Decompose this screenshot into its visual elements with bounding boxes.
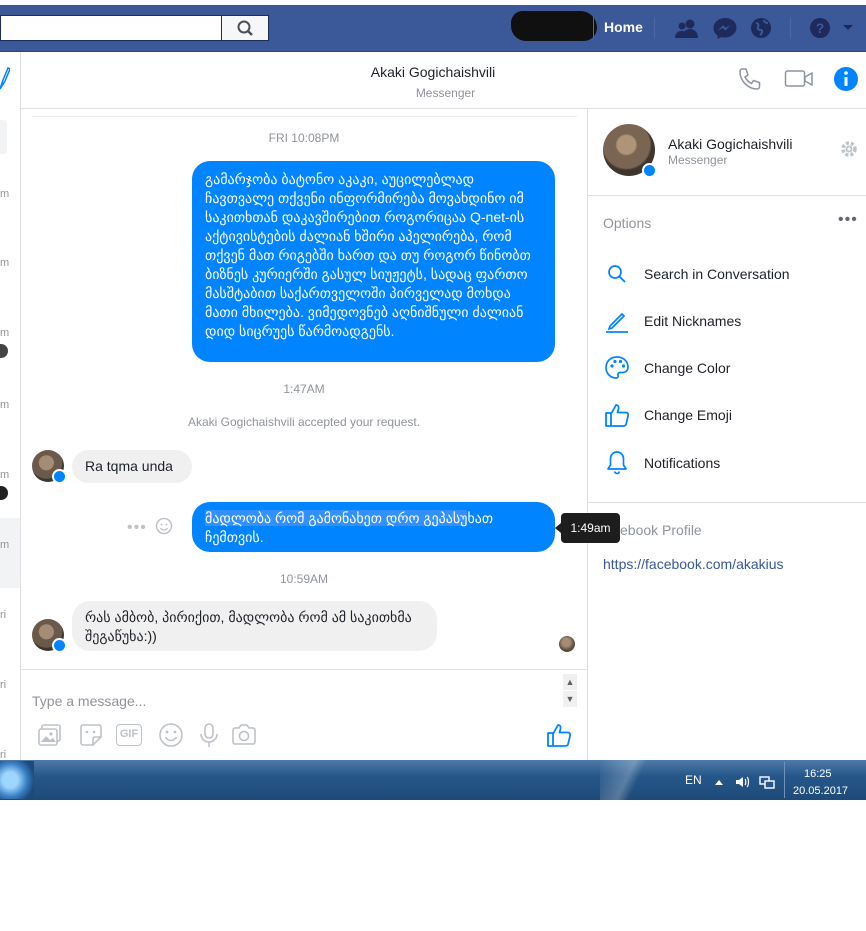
options-more-icon[interactable]: ••• [838,211,858,229]
bell-icon [607,451,627,475]
list-item-fragment[interactable]: m [0,257,9,269]
facebook-profile-link[interactable]: https://facebook.com/akakius [603,556,784,572]
clock-date[interactable]: 20.05.2017 [793,785,848,797]
option-edit-nicknames[interactable]: Edit Nicknames [603,307,863,337]
microphone-icon[interactable] [195,721,223,749]
divider [588,502,866,503]
pane-divider [587,108,588,760]
option-search-in-conversation[interactable]: Search in Conversation [603,260,863,290]
tray-expand-icon[interactable] [714,778,724,786]
contact-subtitle: Messenger [668,153,728,167]
help-icon[interactable]: ? [808,17,834,39]
scroll-down-button[interactable]: ▼ [563,691,577,707]
option-label: Change Color [644,360,731,376]
thumbs-up-icon [605,404,630,427]
list-item-fragment[interactable]: m [0,327,9,339]
timestamp: 10:59AM [279,572,329,586]
scroll-up-button[interactable]: ▲ [563,674,577,690]
search-button[interactable] [221,15,269,41]
timestamp: 1:47AM [283,382,325,396]
photo-icon[interactable] [36,721,64,749]
messenger-badge-icon [642,163,657,178]
list-item-fragment[interactable]: m [0,399,9,411]
emoji-reaction-icon[interactable] [155,517,173,535]
search-field-edge[interactable] [0,120,7,154]
active-conversation-highlight[interactable] [0,518,20,588]
nav-divider [790,17,791,39]
nav-divider [593,17,594,39]
sticker-icon[interactable] [77,721,105,749]
search-icon [608,265,626,283]
thumbs-up-icon[interactable] [545,721,573,749]
svg-text:?: ? [816,20,825,36]
system-note: Akaki Gogichaishvili accepted your reque… [187,415,421,429]
home-link[interactable]: Home [604,19,643,35]
facebook-profile-heading: ebook Profile [620,522,702,538]
timestamp: FRI 10:08PM [268,131,340,145]
video-camera-icon[interactable] [784,67,814,91]
options-heading: Options [603,215,652,231]
messenger-icon[interactable] [712,17,738,39]
search-input[interactable] [0,15,221,41]
list-item-fragment[interactable]: m [0,188,9,200]
clock-time[interactable]: 16:25 [804,768,832,780]
list-item-fragment[interactable]: m [0,469,9,481]
composer [21,669,587,761]
taskbar-glare [600,760,660,800]
divider [588,195,866,196]
redacted-profile [511,11,597,41]
caret-down-icon[interactable] [842,24,854,32]
pencil-icon [606,312,628,333]
option-label: Change Emoji [644,407,732,423]
gif-icon[interactable]: GIF [116,724,142,746]
outgoing-message[interactable]: გამარჯობა ბატონო აკაკი, აუცილებლად ჩავთვ… [192,161,555,362]
globe-icon[interactable] [748,17,774,39]
option-label: Search in Conversation [644,266,790,282]
option-change-emoji[interactable]: Change Emoji [603,401,863,431]
read-receipt-avatar [559,636,575,652]
language-indicator[interactable]: EN [685,773,702,787]
messenger-badge-icon [52,638,67,653]
option-label: Edit Nicknames [644,313,742,329]
timestamp-tooltip: 1:49am [555,513,620,543]
palette-icon [605,356,629,379]
search-icon [237,20,253,36]
emoji-icon[interactable] [157,721,185,749]
scroll-edge [32,116,577,117]
option-label: Notifications [644,455,721,471]
list-item-fragment[interactable]: ri [0,609,6,621]
contact-name[interactable]: Akaki Gogichaishvili [668,136,793,152]
list-item-fragment[interactable]: ri [0,679,6,691]
camera-icon[interactable] [230,721,258,749]
nav-divider [654,17,655,39]
volume-icon[interactable] [735,775,751,789]
outgoing-message-selected[interactable]: მადლობა რომ გამონახეთ დრო გეპასუხათ ჩემთ… [192,502,555,552]
selected-text: მადლობა რომ გამონახეთ დრო გეპასუ [205,510,468,526]
messenger-badge-icon [52,469,67,484]
message-input[interactable] [32,690,552,712]
phone-icon[interactable] [737,66,763,92]
incoming-message[interactable]: რას ამბობ, პირიქით, მადლობა რომ ამ საკით… [72,601,437,651]
gear-icon[interactable] [840,140,858,158]
friends-icon[interactable] [674,17,700,39]
info-icon[interactable] [833,66,859,92]
list-item-fragment[interactable]: m [0,539,9,551]
incoming-message[interactable]: Ra tqma unda [72,450,192,483]
option-change-color[interactable]: Change Color [603,354,863,384]
start-button[interactable] [0,761,34,799]
network-icon[interactable] [759,775,775,789]
tray-divider [784,762,785,798]
more-actions-icon[interactable]: ••• [127,519,147,537]
option-notifications[interactable]: Notifications [603,449,863,479]
